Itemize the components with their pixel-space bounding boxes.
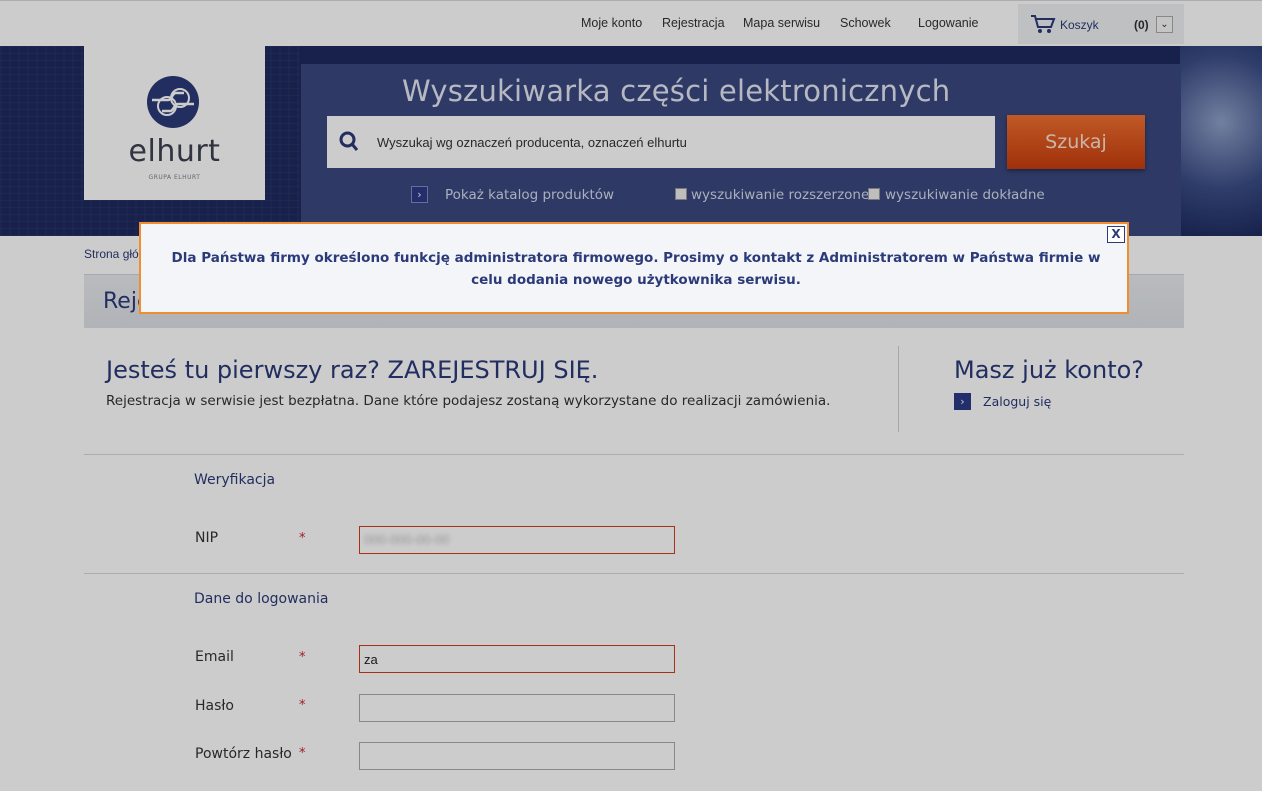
close-button[interactable]: X — [1107, 226, 1125, 243]
modal-overlay[interactable] — [0, 0, 1262, 791]
info-modal: X Dla Państwa firmy określono funkcję ad… — [139, 222, 1129, 314]
modal-message: Dla Państwa firmy określono funkcję admi… — [171, 250, 1101, 288]
